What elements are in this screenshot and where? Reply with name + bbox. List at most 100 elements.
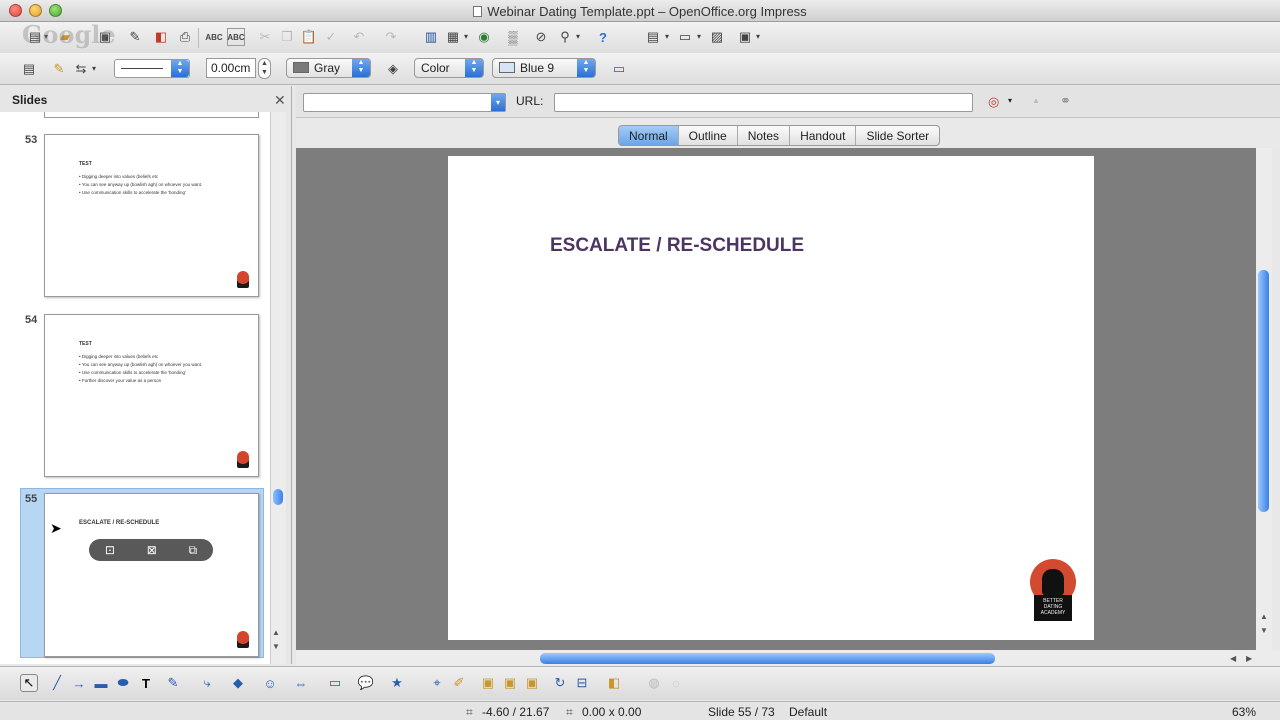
toggle-extrusion-icon[interactable]: ◌ [667, 674, 685, 692]
close-pane-icon[interactable]: ✕ [274, 92, 286, 109]
slide-title[interactable]: ESCALATE / RE-SCHEDULE [550, 235, 804, 257]
styles-icon[interactable]: ▤ [20, 60, 38, 78]
slides-list[interactable]: 53 TEST Digging deeper into values (beli… [0, 112, 270, 664]
slide-design-dropdown-arrow[interactable]: ▾ [697, 32, 701, 41]
callouts-icon[interactable]: 💬 [357, 674, 375, 692]
redo-icon[interactable]: ↷ [382, 28, 400, 46]
align-icon[interactable]: ⊟ [573, 674, 591, 692]
gallery-icon[interactable]: ▣ [523, 674, 541, 692]
ellipse-icon[interactable]: ⬬ [114, 674, 132, 692]
line-width-field[interactable]: 0.00cm [206, 58, 256, 78]
rotate-icon[interactable]: ↻ [551, 674, 569, 692]
url-input[interactable] [554, 93, 973, 112]
previous-slide-thumb-edge[interactable] [44, 112, 259, 118]
scroll-down-arrow-icon[interactable]: ▼ [272, 642, 280, 651]
edit-file-icon[interactable]: ✎ [126, 28, 144, 46]
canvas-scroll-up-icon[interactable]: ▲ [1260, 612, 1268, 621]
hyperlink-text-combo[interactable]: ▾ [303, 93, 506, 112]
points-icon[interactable]: ⌖ [428, 674, 446, 692]
shadow-icon[interactable]: ▭ [610, 60, 628, 78]
tab-handout[interactable]: Handout [790, 126, 857, 145]
area-style-select[interactable]: Color ▲ ▼ [414, 58, 484, 78]
tab-slide-sorter[interactable]: Slide Sorter [856, 126, 939, 145]
tab-normal[interactable]: Normal [619, 126, 679, 145]
autospellcheck-icon[interactable]: ABC [227, 28, 245, 46]
slides-scroll-thumb[interactable] [273, 489, 283, 505]
tab-outline[interactable]: Outline [679, 126, 738, 145]
chart-icon[interactable]: ▥ [422, 28, 440, 46]
table-dropdown-arrow[interactable]: ▾ [464, 32, 468, 41]
select-arrow-icon[interactable]: ↖ [20, 674, 38, 692]
line-ends-icon[interactable]: ⇆ [72, 60, 90, 78]
hyperlink-button-icon[interactable]: ▲ [1032, 96, 1040, 105]
tab-notes[interactable]: Notes [738, 126, 791, 145]
canvas-horizontal-scroll-thumb[interactable] [540, 653, 995, 664]
current-slide[interactable]: ESCALATE / RE-SCHEDULE BETTER DATING ACA… [448, 156, 1094, 640]
extrusion-icon[interactable]: ◍ [645, 674, 663, 692]
symbol-shapes-icon[interactable]: ☺ [261, 674, 279, 692]
hyperlink-combo-arrow-icon[interactable]: ▾ [491, 94, 505, 111]
fontwork-icon[interactable]: ▣ [479, 674, 497, 692]
canvas-scroll-right-icon[interactable]: ▶ [1246, 654, 1252, 663]
flowchart-icon[interactable]: ▭ [326, 674, 344, 692]
table-icon[interactable]: ▦ [444, 28, 462, 46]
slide-layout-icon[interactable]: ▤ [644, 28, 662, 46]
line-pen-icon[interactable]: ✎ [50, 60, 68, 78]
slide-thumbnail-53[interactable]: TEST Digging deeper into values (beliefs… [44, 134, 259, 297]
duplicate-slide-icon[interactable]: ⧉ [189, 543, 198, 558]
area-fill-bucket-icon[interactable]: ◈ [384, 60, 402, 78]
area-fill-arrow-icon[interactable]: ▲ ▼ [577, 59, 595, 77]
export-pdf-icon[interactable]: ◧ [152, 28, 170, 46]
status-zoom[interactable]: 63% [1232, 705, 1256, 719]
target-frame-icon[interactable]: ◎ [988, 94, 999, 110]
canvas-vertical-scroll-thumb[interactable] [1258, 270, 1269, 512]
line-color-select[interactable]: Gray ▲ ▼ [286, 58, 371, 78]
zoom-icon[interactable]: ⚲ [556, 28, 574, 46]
line-ends-dropdown-arrow[interactable]: ▾ [92, 64, 96, 73]
canvas-scroll-down-icon[interactable]: ▼ [1260, 626, 1268, 635]
target-frame-dropdown-arrow[interactable]: ▾ [1008, 96, 1012, 105]
undo-icon[interactable]: ↶ [350, 28, 368, 46]
format-paintbrush-icon[interactable]: ✓ [322, 28, 340, 46]
area-fill-select[interactable]: Blue 9 ▲ ▼ [492, 58, 596, 78]
cut-icon[interactable]: ✂ [256, 28, 274, 46]
slide-show-dropdown-arrow[interactable]: ▾ [756, 32, 760, 41]
paste-icon[interactable]: 📋 [300, 28, 318, 46]
hyperlink-globe-icon[interactable]: ◉ [475, 28, 493, 46]
navigator-icon[interactable]: ⊘ [532, 28, 550, 46]
scroll-up-arrow-icon[interactable]: ▲ [272, 628, 280, 637]
help-icon[interactable]: ? [594, 28, 612, 46]
spellcheck-icon[interactable]: ABC [205, 28, 223, 46]
slide-show-icon[interactable]: ▣ [736, 28, 754, 46]
text-tool-icon[interactable]: T [137, 674, 155, 692]
basic-shapes-icon[interactable]: ◆ [229, 674, 247, 692]
slide-layout-dropdown-arrow[interactable]: ▾ [665, 32, 669, 41]
block-arrows-icon[interactable]: ⇔ [292, 674, 310, 692]
start-show-icon[interactable]: ⊡ [105, 543, 115, 557]
from-file-icon[interactable]: ▣ [501, 674, 519, 692]
rectangle-icon[interactable]: ▬ [92, 674, 110, 692]
hide-slide-icon[interactable]: ⊠ [147, 543, 157, 557]
connector-icon[interactable]: ⤷ [198, 674, 216, 692]
line-width-stepper[interactable]: ▲ ▼ [258, 58, 271, 79]
status-layout[interactable]: Default [789, 705, 827, 719]
arrow-line-icon[interactable]: → [70, 674, 88, 692]
slides-scrollbar[interactable] [270, 112, 286, 664]
copy-icon[interactable]: ❐ [278, 28, 296, 46]
presentation-icon[interactable]: ▨ [708, 28, 726, 46]
line-color-arrow-icon[interactable]: ▲ ▼ [352, 59, 370, 77]
line-tool-icon[interactable]: ╱ [48, 674, 66, 692]
stars-icon[interactable]: ★ [388, 674, 406, 692]
print-icon[interactable]: ⎙ [176, 28, 194, 46]
find-binoculars-icon[interactable]: ⚭ [1060, 93, 1071, 109]
academy-logo[interactable]: BETTER DATING ACADEMY [1030, 559, 1076, 621]
line-style-arrow-icon[interactable]: ▲ ▼ [171, 60, 189, 77]
glue-points-icon[interactable]: ✐ [450, 674, 468, 692]
area-style-arrow-icon[interactable]: ▲ ▼ [465, 59, 483, 77]
slide-thumbnail-55[interactable]: ESCALATE / RE-SCHEDULE [44, 493, 259, 657]
slide-design-icon[interactable]: ▭ [676, 28, 694, 46]
curve-icon[interactable]: ✎ [164, 674, 182, 692]
grid-icon[interactable]: ▒ [504, 28, 522, 46]
zoom-dropdown-arrow[interactable]: ▾ [576, 32, 580, 41]
canvas-scroll-left-icon[interactable]: ◀ [1230, 654, 1236, 663]
